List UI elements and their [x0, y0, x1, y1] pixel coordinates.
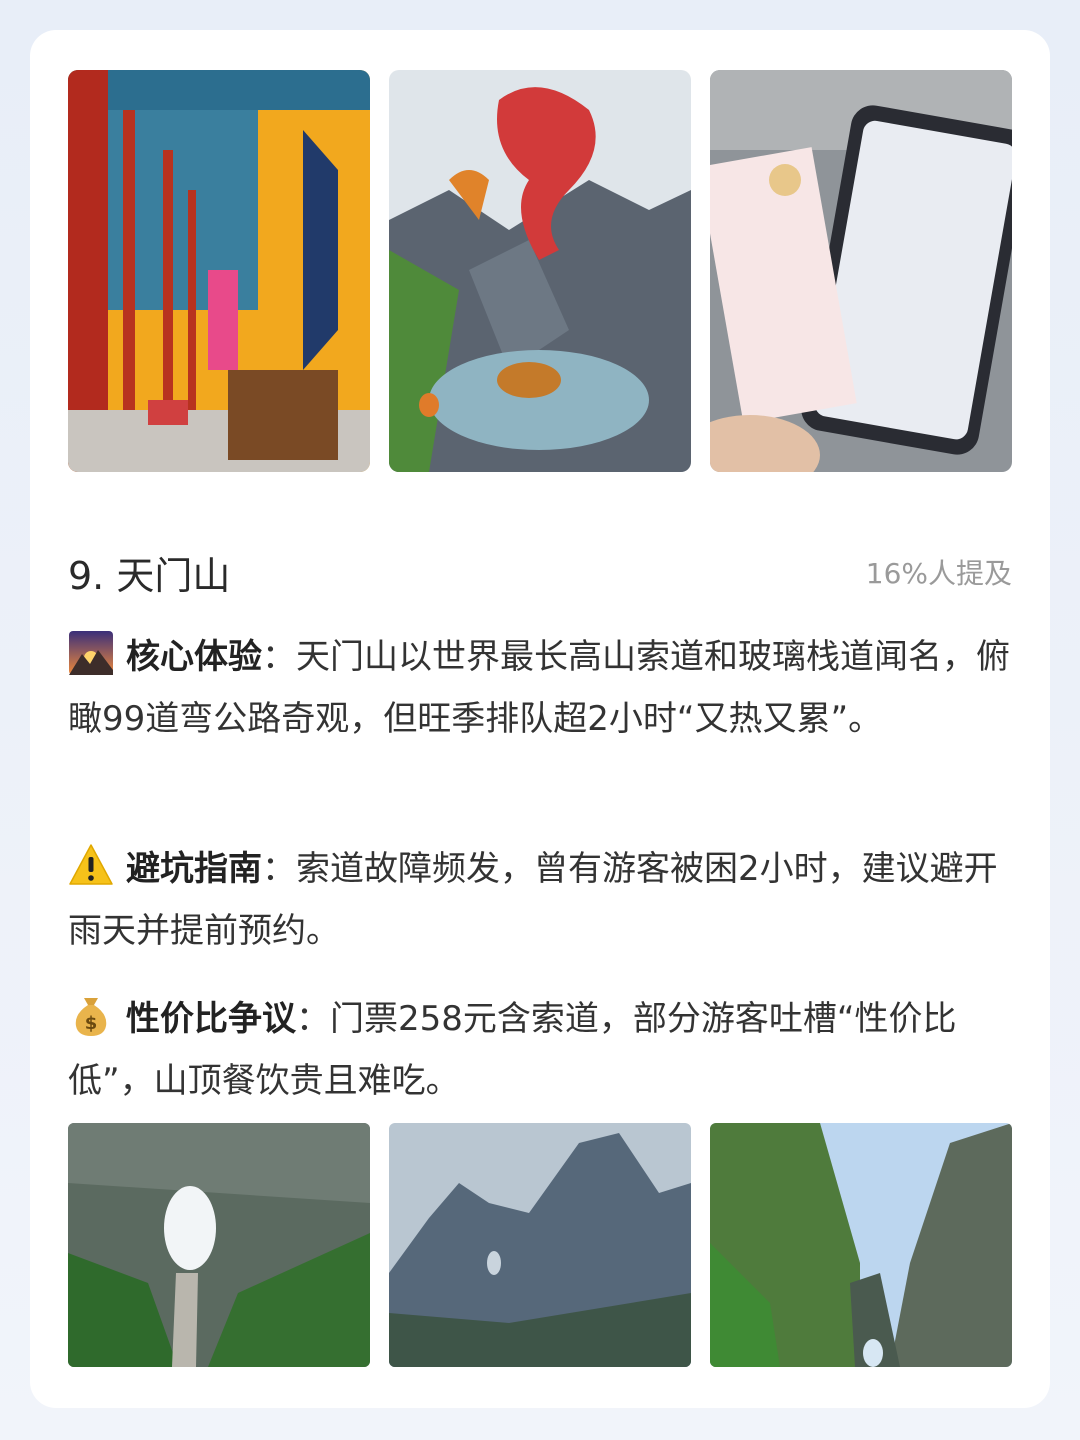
temple-corridor-photo[interactable]: [68, 70, 370, 472]
section-heading: 9. 天门山 16%人提及: [68, 545, 1012, 599]
sunrise-mountain-icon: [68, 630, 114, 676]
svg-text:$: $: [85, 1013, 98, 1034]
top-photo-row: [68, 70, 1012, 472]
mention-rate: 16%人提及: [865, 557, 1012, 590]
pitfall-guide-paragraph: 避坑指南：索道故障频发，曾有游客被困2小时，建议避开雨天并提前预约。: [68, 838, 1012, 962]
ticket-and-phone-photo[interactable]: [710, 70, 1012, 472]
separator: ：: [262, 849, 296, 889]
section-title: 9. 天门山: [68, 553, 231, 598]
cliff-arch-photo[interactable]: [710, 1123, 1012, 1367]
money-bag-icon: $: [68, 992, 114, 1038]
core-experience-label: 核心体验: [126, 637, 262, 677]
dragon-water-ride-photo[interactable]: [389, 70, 691, 472]
value-dispute-paragraph: $ 性价比争议：门票258元含索道，部分游客吐槽“性价比低”，山顶餐饮贵且难吃。: [68, 988, 1012, 1112]
value-dispute-label: 性价比争议: [126, 999, 296, 1039]
content-card: 9. 天门山 16%人提及 核心体验：天门山以世界最长高山索道和玻璃栈道闻名，俯…: [30, 30, 1050, 1408]
bottom-photo-row: [68, 1123, 1012, 1367]
separator: ：: [262, 637, 296, 677]
pitfall-guide-label: 避坑指南: [126, 849, 262, 889]
heavens-gate-stairs-photo[interactable]: [68, 1123, 370, 1367]
warning-icon: [68, 842, 114, 888]
core-experience-paragraph: 核心体验：天门山以世界最长高山索道和玻璃栈道闻名，俯瞰99道弯公路奇观，但旺季排…: [68, 626, 1012, 750]
separator: ：: [296, 999, 330, 1039]
tianmen-peak-photo[interactable]: [389, 1123, 691, 1367]
